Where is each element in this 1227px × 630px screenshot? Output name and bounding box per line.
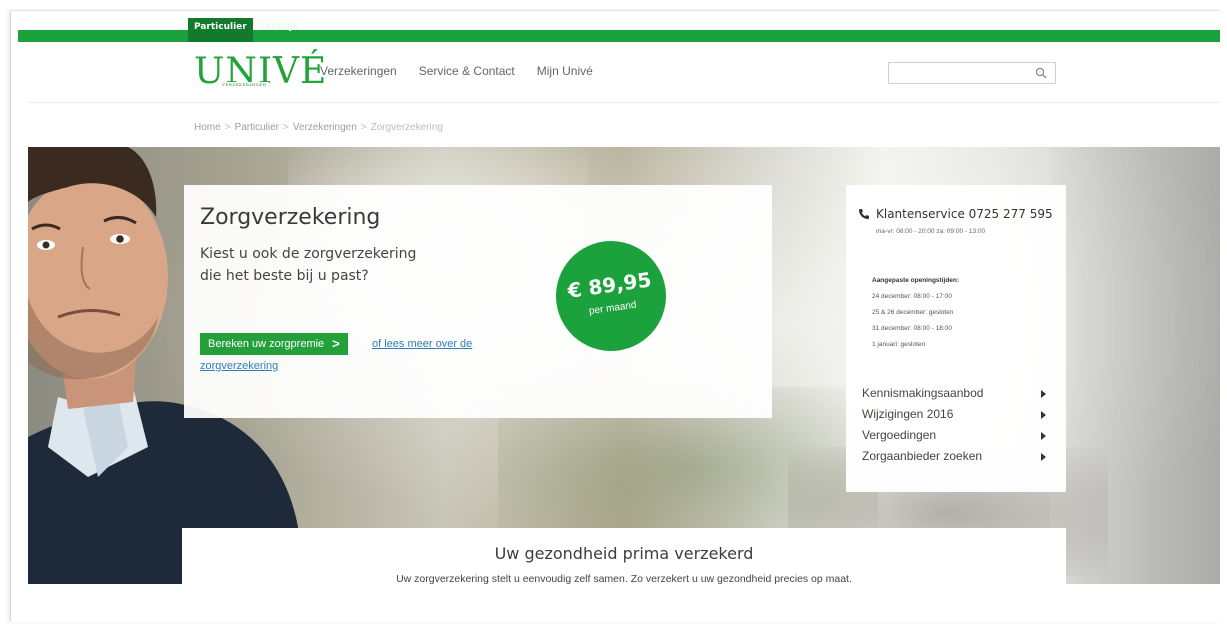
adjusted-hours-line: 31 december: 08:00 - 18:00 [872, 325, 952, 332]
breadcrumb-separator: > [224, 122, 231, 133]
logo-tagline: VERZEKERINGEN [220, 82, 269, 87]
nav-service-contact[interactable]: Service & Contact [419, 64, 515, 78]
nav-mijn-unive[interactable]: Mijn Univé [537, 64, 593, 78]
segment-switch: Particulier Zakelijk [188, 18, 304, 42]
phone-line[interactable]: Klantenservice 0725 277 595 [858, 207, 1053, 221]
search-icon[interactable] [1035, 67, 1047, 79]
adjusted-hours-line: 1 januari: gesloten [872, 341, 926, 348]
link-label: Zorgaanbieder zoeken [862, 449, 983, 463]
adjusted-hours-title: Aangepaste openingstijden: [872, 277, 960, 284]
adjusted-hours: Aangepaste openingstijden: 24 december: … [872, 273, 959, 353]
link-zorgaanbieder-zoeken[interactable]: Zorgaanbieder zoeken [862, 446, 1050, 467]
search-input[interactable] [889, 65, 1029, 85]
breadcrumb-verzekeringen[interactable]: Verzekeringen [293, 122, 357, 133]
header-divider [28, 102, 1220, 103]
calculate-premium-button[interactable]: Bereken uw zorgpremie > [200, 333, 348, 355]
opening-hours: ma-vr: 08:00 - 20:00 za: 09:00 - 13:00 [876, 228, 986, 235]
phone-label: Klantenservice 0725 277 595 [876, 207, 1053, 221]
link-label: Vergoedingen [862, 428, 937, 442]
adjusted-hours-line: 25 & 26 december: gesloten [872, 309, 954, 316]
caret-right-icon [1041, 453, 1046, 461]
search-box [888, 62, 1056, 85]
hero-card: Zorgverzekering Kiest u ook de zorgverze… [184, 185, 772, 418]
intro-title: Uw gezondheid prima verzekerd [494, 544, 754, 563]
chevron-right-icon: > [332, 336, 340, 351]
breadcrumb-separator: > [360, 122, 367, 133]
phone-icon [859, 209, 869, 219]
breadcrumb: Home > Particulier > Verzekeringen > Zor… [194, 122, 443, 133]
caret-right-icon [1041, 411, 1046, 419]
link-kennismakingsaanbod[interactable]: Kennismakingsaanbod [862, 383, 1050, 404]
hero-blur-shelf [1050, 147, 1220, 584]
hero-title: Zorgverzekering [200, 205, 381, 230]
adjusted-hours-line: 24 december: 08:00 - 17:00 [872, 293, 952, 300]
intro-text: Uw zorgverzekering stelt u eenvoudig zel… [396, 573, 852, 585]
service-links: Kennismakingsaanbod Wijzigingen 2016 Ver… [862, 383, 1050, 467]
link-vergoedingen[interactable]: Vergoedingen [862, 425, 1050, 446]
main-nav: Verzekeringen Service & Contact Mijn Uni… [320, 64, 593, 78]
caret-right-icon [1041, 390, 1046, 398]
breadcrumb-current: Zorgverzekering [370, 122, 443, 133]
cta-label: Bereken uw zorgpremie [208, 338, 325, 350]
segment-zakelijk[interactable]: Zakelijk [253, 18, 305, 42]
unive-logo[interactable]: UNIVÉ VERZEKERINGEN [194, 52, 326, 92]
intro-section: Uw gezondheid prima verzekerd Uw zorgver… [182, 528, 1066, 598]
segment-particulier[interactable]: Particulier [188, 18, 253, 42]
link-wijzigingen-2016[interactable]: Wijzigingen 2016 [862, 404, 1050, 425]
breadcrumb-particulier[interactable]: Particulier [235, 122, 279, 133]
breadcrumb-separator: > [283, 122, 289, 133]
nav-verzekeringen[interactable]: Verzekeringen [320, 64, 397, 78]
link-label: Wijzigingen 2016 [862, 407, 954, 421]
hero-subtitle: Kiest u ook de zorgverzekering die het b… [200, 246, 417, 284]
caret-right-icon [1041, 432, 1046, 440]
breadcrumb-home[interactable]: Home [194, 122, 221, 133]
link-label: Kennismakingsaanbod [862, 386, 984, 400]
service-panel: Klantenservice 0725 277 595 ma-vr: 08:00… [846, 185, 1066, 492]
